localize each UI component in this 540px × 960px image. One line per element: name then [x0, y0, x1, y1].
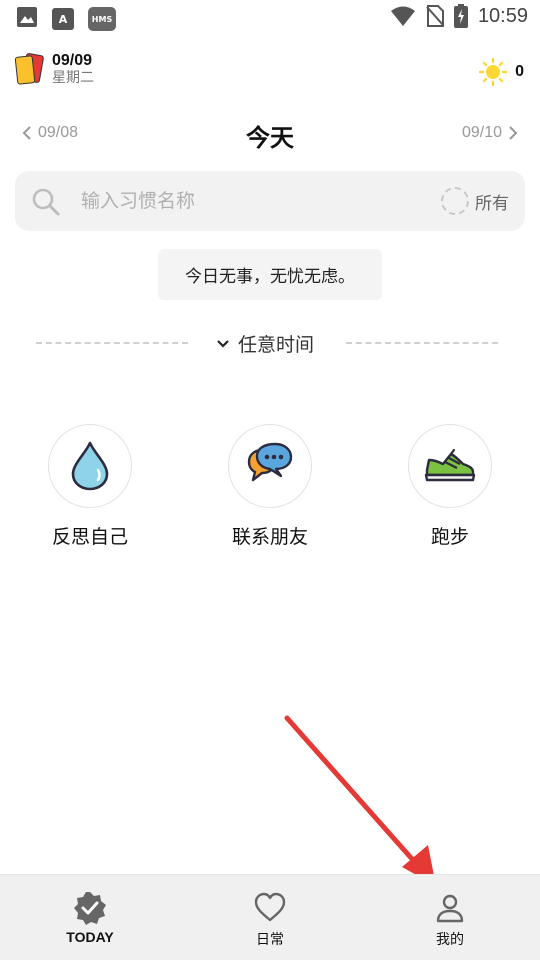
status-bar: A HMS 10:59: [0, 0, 540, 36]
next-day-label: 09/10: [461, 124, 502, 141]
tab-mine-label: 我的: [436, 932, 464, 948]
divider-left: [36, 342, 188, 344]
bottom-navigation: TODAY 日常 我的: [0, 874, 540, 960]
search-icon: [32, 188, 60, 216]
sun-icon: [479, 58, 508, 86]
habit-label: 跑步: [430, 526, 469, 548]
filter-circle-icon: [441, 187, 469, 215]
tab-daily-label: 日常: [256, 932, 284, 948]
habit-label: 反思自己: [51, 526, 128, 548]
image-icon: [16, 6, 38, 32]
heart-icon: [254, 892, 286, 922]
filter-button[interactable]: 所有: [441, 187, 509, 215]
habit-item[interactable]: 跑步: [380, 424, 520, 549]
current-weekday: 星期二: [52, 70, 94, 87]
section-anytime: 任意时间: [36, 328, 498, 358]
tab-mine[interactable]: 我的: [360, 875, 540, 960]
hms-icon: HMS: [88, 7, 116, 31]
status-bar-right: 10:59: [390, 4, 528, 28]
search-bar: 所有: [15, 171, 525, 231]
tab-today-label: TODAY: [66, 929, 114, 945]
battery-icon: [453, 4, 468, 28]
habit-item[interactable]: 反思自己: [20, 424, 160, 549]
cards-icon: [14, 52, 45, 86]
status-bar-left: A HMS: [16, 6, 116, 32]
habit-icon-circle: [408, 424, 492, 508]
date-text: 09/09 星期二: [52, 52, 94, 86]
font-icon-glyph: A: [58, 12, 68, 26]
next-day-button[interactable]: 09/10: [462, 124, 518, 142]
sun-count: 0: [515, 63, 524, 80]
search-input[interactable]: [81, 185, 401, 217]
section-label: 任意时间: [238, 334, 315, 356]
divider-right: [346, 342, 498, 344]
day-navigation: 09/08 今天 09/10: [0, 116, 540, 156]
habit-icon-circle: [48, 424, 132, 508]
person-icon: [436, 894, 464, 923]
tab-daily[interactable]: 日常: [180, 875, 360, 960]
current-date: 09/09: [52, 52, 93, 69]
habit-label: 联系朋友: [231, 526, 308, 548]
status-time: 10:59: [477, 4, 528, 27]
habit-item[interactable]: 联系朋友: [200, 424, 340, 549]
chevron-down-icon: [217, 339, 229, 348]
chevron-right-icon: [509, 126, 518, 140]
no-sim-icon: [426, 5, 444, 27]
date-header[interactable]: 09/09 星期二: [14, 52, 94, 86]
page-title: 今天: [246, 124, 294, 152]
yellow-card-shape: [14, 55, 36, 86]
tab-today[interactable]: TODAY: [0, 875, 180, 960]
sneaker-icon: [424, 448, 476, 482]
badge-check-icon: [74, 892, 106, 925]
wifi-icon: [390, 6, 415, 26]
section-toggle[interactable]: 任意时间: [216, 330, 314, 357]
sun-counter[interactable]: 0: [479, 58, 524, 86]
filter-label: 所有: [475, 193, 509, 214]
water-drop-icon: [71, 441, 109, 491]
hms-icon-text: HMS: [91, 14, 113, 24]
font-icon: A: [52, 8, 74, 30]
empty-day-message: 今日无事，无忧无虑。: [158, 249, 382, 300]
habit-icon-circle: [228, 424, 312, 508]
chat-bubbles-icon: [247, 442, 293, 482]
